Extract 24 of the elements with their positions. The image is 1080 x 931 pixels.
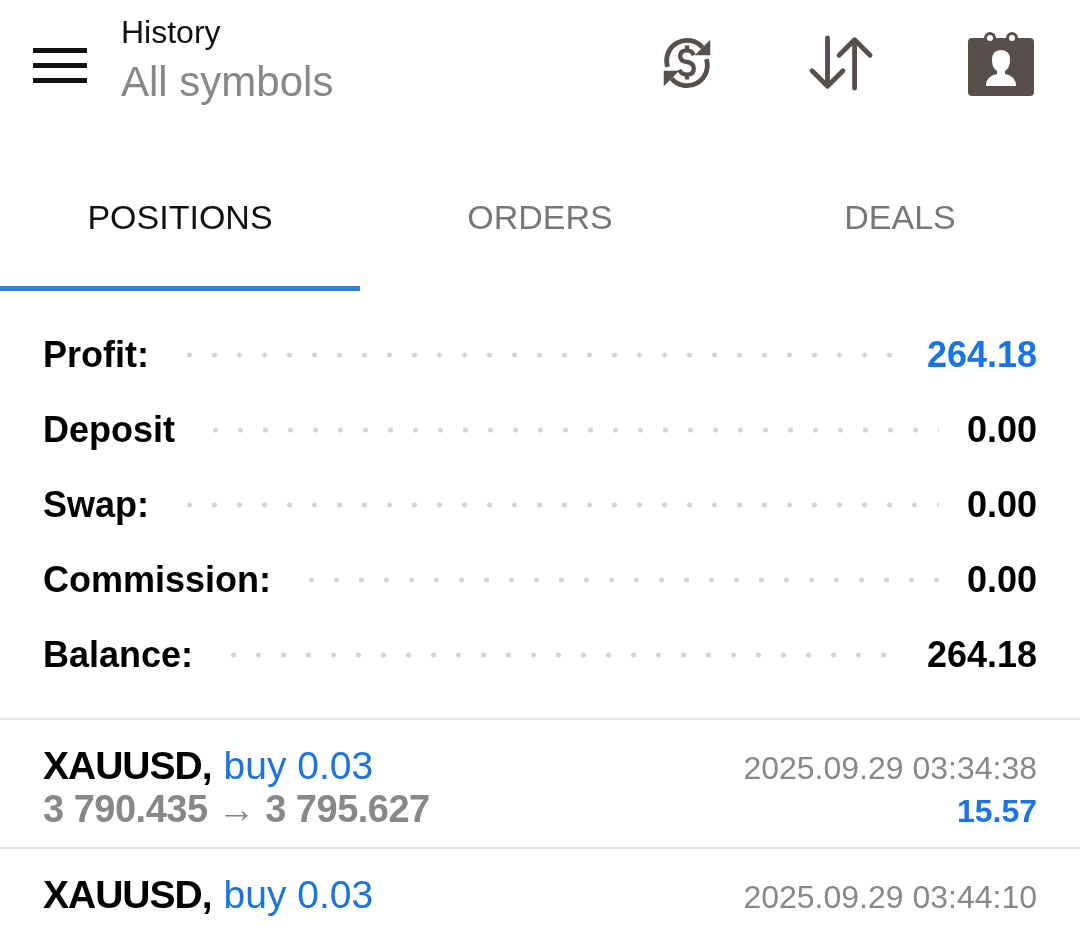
trade-direction: buy 0.03: [223, 873, 374, 917]
tab[interactable]: DEALS: [720, 125, 1080, 291]
tab[interactable]: POSITIONS: [0, 125, 360, 291]
summary-value: 0.00: [966, 408, 1037, 451]
trade-time: 2025.09.29 03:44:10: [743, 879, 1037, 916]
trade-profit: 15.57: [956, 793, 1037, 830]
screen-title: History: [121, 12, 222, 52]
symbol-filter[interactable]: All symbols: [121, 55, 656, 108]
summary-label: Deposit: [43, 408, 175, 451]
summary-label: Commission:: [43, 558, 272, 601]
summary-label: Balance:: [43, 633, 194, 676]
summary-value: 264.18: [926, 633, 1037, 676]
summary-label: Profit:: [43, 333, 149, 376]
tab[interactable]: ORDERS: [360, 125, 720, 291]
trade-direction: buy 0.03: [223, 744, 374, 788]
menu-icon[interactable]: [33, 47, 87, 84]
trade-prices: 3 790.435 → 3 795.627: [43, 788, 430, 831]
summary-value: 0.00: [966, 483, 1037, 526]
summary-label: Swap:: [43, 483, 149, 526]
summary-value: 264.18: [926, 333, 1037, 376]
summary-value: 0.00: [966, 558, 1037, 601]
trade-time: 2025.09.29 03:34:38: [743, 750, 1037, 787]
trade-symbol: XAUUSD,: [43, 873, 212, 917]
trade-symbol: XAUUSD,: [43, 744, 212, 788]
